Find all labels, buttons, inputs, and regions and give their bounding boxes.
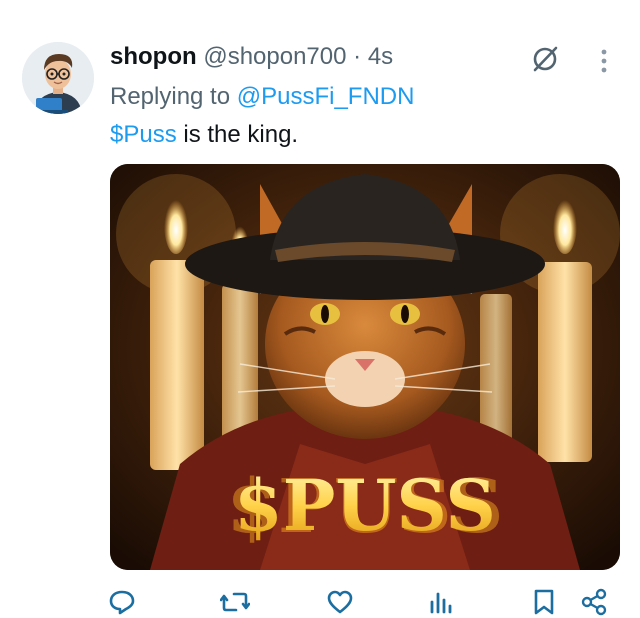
reply-prefix: Replying to — [110, 83, 231, 110]
grok-icon[interactable] — [528, 42, 562, 76]
tweet-image[interactable]: $PUSS $PUSS — [110, 164, 620, 570]
more-vertical-icon[interactable] — [594, 44, 614, 78]
retweet-icon[interactable] — [220, 588, 250, 616]
cat-candle-image: $PUSS $PUSS — [110, 164, 620, 570]
cashtag-link[interactable]: $Puss — [110, 121, 177, 148]
avatar[interactable] — [22, 42, 94, 114]
reply-icon[interactable] — [108, 588, 136, 616]
bookmark-icon[interactable] — [532, 588, 560, 616]
image-caption: $PUSS — [234, 464, 496, 547]
avatar-image — [22, 42, 94, 114]
timestamp[interactable]: 4s — [368, 43, 393, 70]
separator-dot: · — [353, 43, 362, 70]
tweet-text-rest: is the king. — [176, 121, 299, 148]
display-name[interactable]: shopon — [110, 43, 197, 70]
heart-icon[interactable] — [326, 588, 354, 616]
replying-to: Replying to @PussFi_FNDN — [110, 80, 414, 114]
views-icon[interactable] — [426, 588, 454, 616]
tweet-header: shopon @shopon700 · 4s — [110, 40, 393, 74]
reply-to-handle[interactable]: @PussFi_FNDN — [237, 83, 415, 110]
share-icon[interactable] — [580, 588, 608, 616]
tweet-text: $Puss is the king. — [110, 118, 298, 152]
user-handle[interactable]: @shopon700 — [203, 43, 346, 70]
